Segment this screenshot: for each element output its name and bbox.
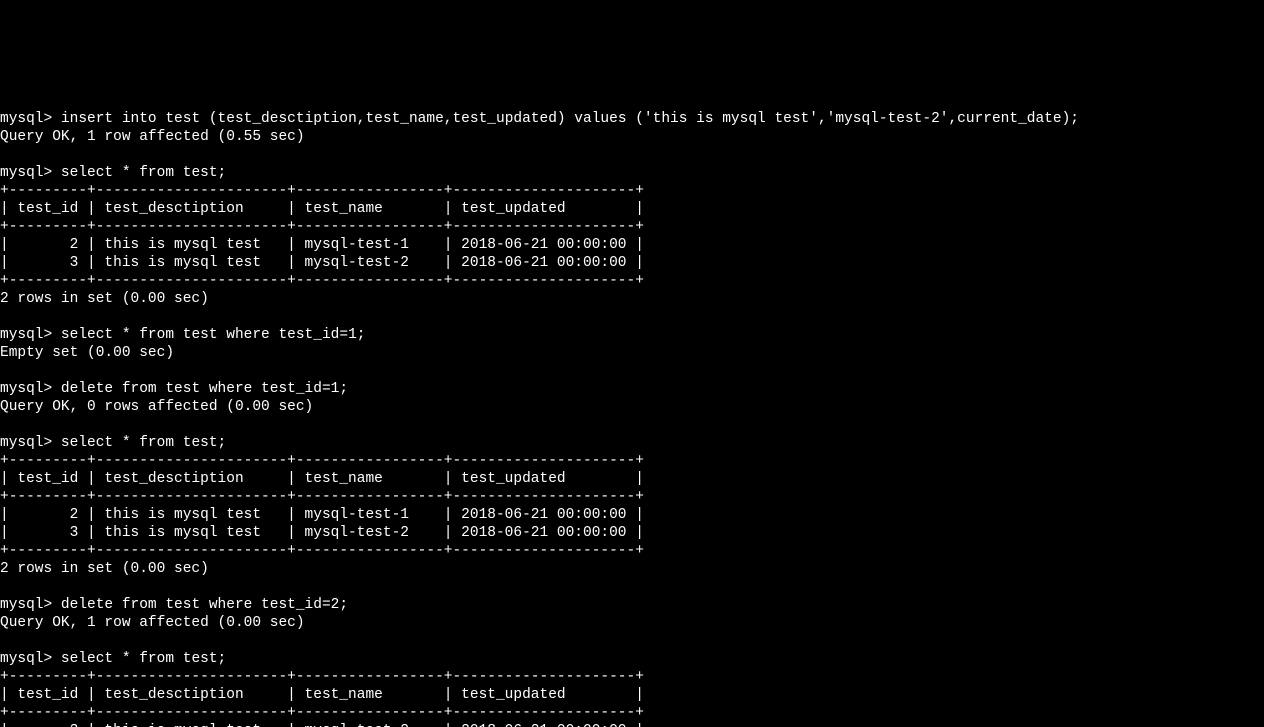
table-row: | 3 | this is mysql test | mysql-test-2 … bbox=[0, 525, 644, 541]
prompt-line: mysql> select * from test; bbox=[0, 165, 226, 181]
table-border: +---------+----------------------+------… bbox=[0, 669, 644, 685]
result-line: Query OK, 1 row affected (0.00 sec) bbox=[0, 615, 305, 631]
prompt: mysql> bbox=[0, 327, 61, 343]
prompt: mysql> bbox=[0, 435, 61, 451]
result-line: 2 rows in set (0.00 sec) bbox=[0, 291, 209, 307]
table-header: | test_id | test_desctiption | test_name… bbox=[0, 687, 644, 703]
sql-delete: delete from test where test_id=2; bbox=[61, 597, 348, 613]
result-line: Query OK, 1 row affected (0.55 sec) bbox=[0, 129, 305, 145]
table-header: | test_id | test_desctiption | test_name… bbox=[0, 471, 644, 487]
table-border: +---------+----------------------+------… bbox=[0, 705, 644, 721]
table-border: +---------+----------------------+------… bbox=[0, 453, 644, 469]
sql-select: select * from test; bbox=[61, 435, 226, 451]
prompt-line: mysql> select * from test; bbox=[0, 435, 226, 451]
result-line: Query OK, 0 rows affected (0.00 sec) bbox=[0, 399, 313, 415]
table-row: | 3 | this is mysql test | mysql-test-2 … bbox=[0, 255, 644, 271]
table-header: | test_id | test_desctiption | test_name… bbox=[0, 201, 644, 217]
table-row: | 3 | this is mysql test | mysql-test-2 … bbox=[0, 723, 644, 727]
prompt-line: mysql> delete from test where test_id=1; bbox=[0, 381, 348, 397]
sql-select: select * from test; bbox=[61, 651, 226, 667]
table-border: +---------+----------------------+------… bbox=[0, 183, 644, 199]
prompt-line: mysql> select * from test; bbox=[0, 651, 226, 667]
sql-insert: insert into test (test_desctiption,test_… bbox=[61, 111, 1079, 127]
prompt-line: mysql> insert into test (test_desctiptio… bbox=[0, 111, 1079, 127]
table-border: +---------+----------------------+------… bbox=[0, 489, 644, 505]
table-border: +---------+----------------------+------… bbox=[0, 219, 644, 235]
table-row: | 2 | this is mysql test | mysql-test-1 … bbox=[0, 507, 644, 523]
terminal[interactable]: mysql> insert into test (test_desctiptio… bbox=[0, 90, 1264, 727]
prompt: mysql> bbox=[0, 381, 61, 397]
prompt-line: mysql> delete from test where test_id=2; bbox=[0, 597, 348, 613]
table-row: | 2 | this is mysql test | mysql-test-1 … bbox=[0, 237, 644, 253]
prompt-line: mysql> select * from test where test_id=… bbox=[0, 327, 365, 343]
sql-delete: delete from test where test_id=1; bbox=[61, 381, 348, 397]
prompt: mysql> bbox=[0, 597, 61, 613]
sql-select-where: select * from test where test_id=1; bbox=[61, 327, 366, 343]
result-line: Empty set (0.00 sec) bbox=[0, 345, 174, 361]
table-border: +---------+----------------------+------… bbox=[0, 543, 644, 559]
prompt: mysql> bbox=[0, 111, 61, 127]
prompt: mysql> bbox=[0, 165, 61, 181]
prompt: mysql> bbox=[0, 651, 61, 667]
result-line: 2 rows in set (0.00 sec) bbox=[0, 561, 209, 577]
sql-select: select * from test; bbox=[61, 165, 226, 181]
table-border: +---------+----------------------+------… bbox=[0, 273, 644, 289]
